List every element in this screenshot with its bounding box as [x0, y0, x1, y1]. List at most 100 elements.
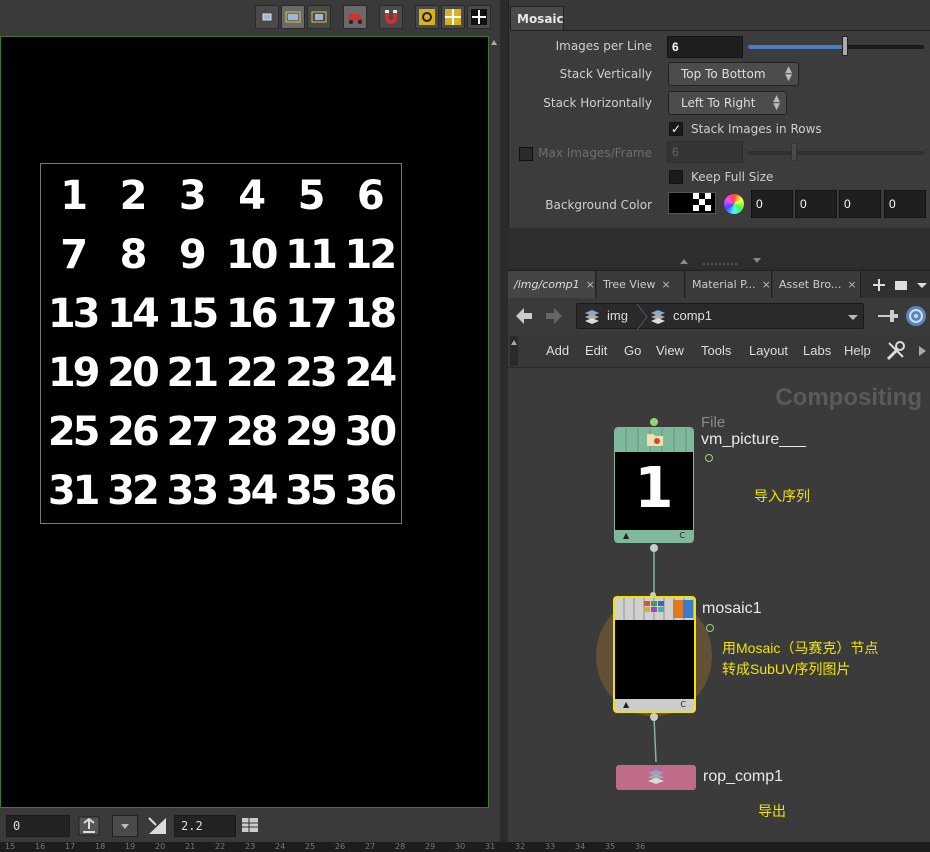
chevron-down-icon[interactable] — [914, 275, 930, 295]
grid-icon[interactable] — [441, 5, 465, 29]
pin-icon[interactable] — [876, 305, 900, 327]
timeline-tick: 33 — [545, 842, 556, 851]
close-icon[interactable]: × — [662, 278, 671, 291]
mosaic-node-flag-dot[interactable] — [706, 624, 714, 632]
mosaic-cell: 12 — [344, 232, 397, 279]
background-color-r[interactable]: 0 — [751, 190, 793, 218]
single-view-icon[interactable] — [255, 5, 279, 29]
wrench-icon[interactable] — [884, 339, 908, 363]
menu-help[interactable]: Help — [844, 343, 871, 358]
background-color-g[interactable]: 0 — [795, 190, 837, 218]
file-node-output-dot[interactable] — [650, 544, 658, 552]
max-images-frame-slider-knob[interactable] — [791, 143, 797, 161]
tab-material-palette[interactable]: Material P... × — [686, 271, 772, 299]
gamma-field[interactable]: 2.2 — [174, 815, 236, 837]
stack-images-in-rows-checkbox[interactable]: ✓ — [669, 122, 683, 136]
timeline-tick: 23 — [245, 842, 256, 851]
mosaic-cell: 7 — [60, 232, 88, 279]
background-color-a[interactable]: 0 — [884, 190, 926, 218]
mosaic-cell: 6 — [356, 173, 385, 220]
mosaic-cell: 22 — [225, 349, 279, 396]
tab-mosaic[interactable]: Mosaic — [510, 6, 564, 30]
frame-field[interactable]: 0 — [6, 815, 70, 837]
chevron-down-icon[interactable] — [845, 308, 861, 326]
network-tab-bar: /img/comp1 × Tree View × Material P... × As… — [508, 270, 930, 299]
add-tab-icon[interactable] — [870, 275, 888, 295]
stack-vertically-menu[interactable]: Top To Bottom ▲ ▼ — [668, 62, 799, 86]
images-per-line-slider-knob[interactable] — [841, 36, 848, 56]
file-node-flag-dot[interactable] — [705, 454, 713, 462]
menu-labs[interactable]: Labs — [803, 343, 831, 358]
mosaic-cell: 21 — [166, 349, 219, 396]
mosaic-cell: 14 — [107, 291, 160, 338]
mosaic-cell: 9 — [178, 232, 207, 279]
folder-image-icon — [645, 430, 665, 448]
timeline-ruler[interactable]: 15 16 17 18 19 20 21 22 23 24 25 26 27 28 29 30 31 32 33 34… — [0, 842, 930, 852]
menu-scroll-up[interactable] — [510, 336, 518, 366]
tab-tree-view[interactable]: Tree View × — [597, 271, 685, 299]
timeline-tick: 31 — [485, 842, 496, 851]
background-color-swatch[interactable] — [668, 192, 716, 214]
gamma-icon[interactable] — [146, 815, 170, 837]
mosaic-cell: 29 — [285, 408, 338, 455]
keep-full-size-checkbox[interactable] — [669, 170, 683, 184]
background-color-b[interactable]: 0 — [839, 190, 881, 218]
render-car-icon[interactable] — [343, 5, 367, 29]
close-icon[interactable]: × — [762, 278, 771, 291]
tab-asset-browser[interactable]: Asset Bro... × — [773, 271, 861, 299]
mosaic-cell: 19 — [47, 349, 101, 396]
mosaic-cell: 31 — [47, 467, 101, 514]
frame-step-icon[interactable] — [76, 815, 102, 837]
forward-arrow-icon[interactable] — [542, 304, 566, 328]
mosaic-node-flag-orange[interactable] — [673, 600, 683, 618]
mosaic-cell: 5 — [297, 173, 326, 220]
close-icon[interactable]: × — [847, 278, 856, 291]
file-node-name[interactable]: vm_picture___ — [701, 431, 806, 449]
mosaic-cell: 3 — [178, 173, 207, 220]
note-mosaic-line1: 用Mosaic（马赛克）节点 — [722, 640, 879, 656]
tab-network-comp1[interactable]: /img/comp1 × — [508, 271, 596, 299]
lut-menu-icon[interactable] — [240, 815, 264, 837]
link-target-icon[interactable] — [904, 304, 928, 328]
fit-icon[interactable] — [415, 5, 439, 29]
magnet-icon[interactable] — [379, 5, 403, 29]
mosaic-node-output-dot[interactable] — [650, 713, 658, 721]
mosaic-node-flag-blue[interactable] — [683, 600, 693, 618]
max-images-frame-slider[interactable] — [748, 151, 924, 155]
breadcrumb-comp1[interactable]: comp1 — [673, 308, 712, 323]
crosshair-icon[interactable] — [467, 5, 491, 29]
menu-tools[interactable]: Tools — [701, 343, 731, 358]
compare-view-icon[interactable] — [307, 5, 331, 29]
stack-horizontally-menu[interactable]: Left To Right ▲ ▼ — [668, 91, 787, 115]
breadcrumb-img[interactable]: img — [607, 308, 628, 323]
mosaic-node[interactable]: ▲ C — [613, 596, 696, 713]
close-icon[interactable]: × — [586, 278, 595, 291]
file-node-input-dot[interactable] — [650, 418, 658, 426]
mosaic-cell: 2 — [119, 173, 148, 220]
mosaic-cell: 20 — [107, 349, 160, 396]
mosaic-cell: 24 — [344, 349, 397, 396]
network-canvas[interactable]: Compositing 1 ▲ C File vm_picture___ 导入序列… — [508, 368, 930, 842]
viewport-scrollbar[interactable] — [489, 36, 500, 808]
chevron-down-icon[interactable] — [112, 815, 138, 837]
pane-divider[interactable] — [508, 228, 930, 268]
menu-add[interactable]: Add — [546, 343, 569, 358]
rop-node-name[interactable]: rop_comp1 — [703, 768, 783, 786]
mosaic-cell: 4 — [238, 173, 266, 220]
file-node[interactable]: 1 ▲ C — [614, 427, 694, 543]
menu-go[interactable]: Go — [624, 343, 641, 358]
menu-view[interactable]: View — [656, 343, 684, 358]
mosaic-node-name[interactable]: mosaic1 — [702, 600, 762, 618]
rop-node[interactable] — [616, 765, 696, 790]
chevron-right-icon[interactable] — [916, 344, 928, 358]
max-images-frame-field[interactable]: 6 — [667, 141, 743, 163]
split-view-icon[interactable] — [281, 5, 305, 29]
mosaic-cell: 33 — [166, 467, 219, 514]
timeline-tick: 36 — [635, 842, 646, 851]
menu-layout[interactable]: Layout — [749, 343, 788, 358]
images-per-line-field[interactable]: 6 — [667, 36, 743, 58]
menu-edit[interactable]: Edit — [585, 343, 607, 358]
back-arrow-icon[interactable] — [512, 304, 536, 328]
color-wheel-icon[interactable] — [724, 194, 744, 214]
pane-layout-icon[interactable] — [892, 275, 910, 295]
